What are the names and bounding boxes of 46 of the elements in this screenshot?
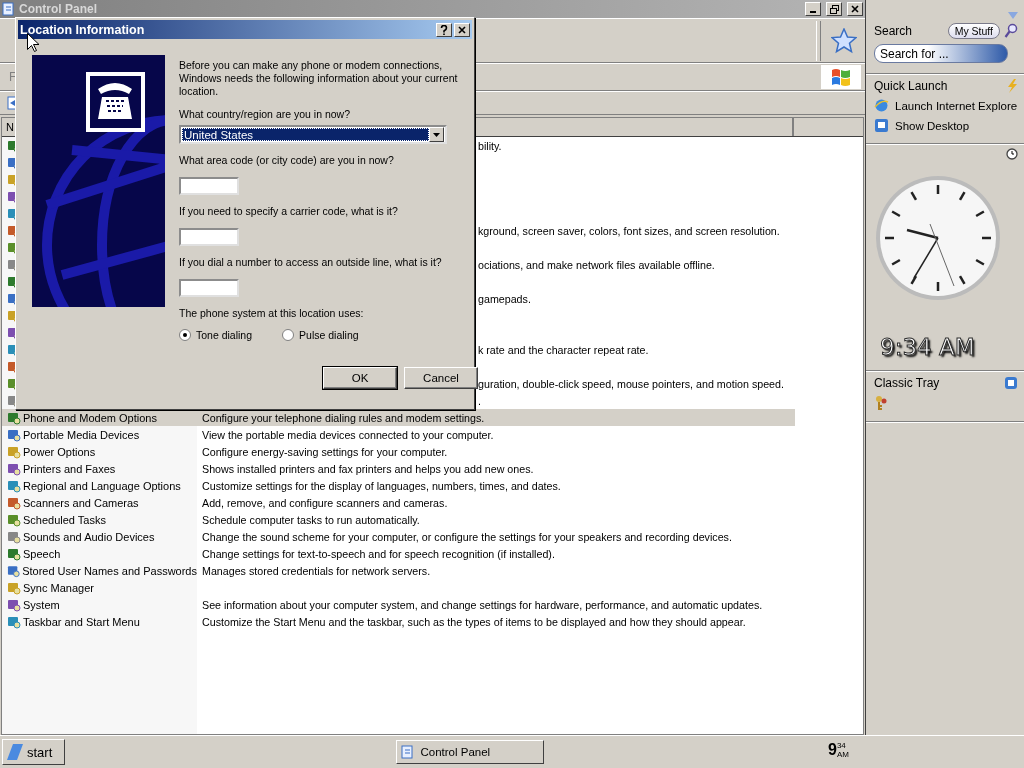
applet-description: Customize settings for the display of languages, numbers, times, and dates. [201,479,561,492]
applet-name: Printers and Faxes [23,462,116,475]
applet-name: Sync Manager [23,581,94,594]
applet-description: Configure energy-saving settings for your computer. [201,445,448,458]
applet-name: Power Options [23,445,96,458]
field-label: If you dial a number to access an outside line, what is it? [179,256,443,269]
applet-description: Shows installed printers and fax printers and helps you add new ones. [201,462,534,475]
gadget-title: Quick Launch [874,79,948,93]
applet-description: Add, remove, and configure scanners and cameras. [201,496,448,509]
applet-description: ociations, and make network files available offline. [478,258,715,271]
applet-description: guration, double-click speed, mouse pointers, and motion speed. [478,377,784,390]
applet-description: View the portable media devices connected to your computer. [201,428,494,441]
radio-label: Tone dialing [196,329,253,341]
field-label: What area code (or city code) are you in now? [179,154,395,167]
applet-description: Configure your telephone dialing rules and modem settings. [201,411,485,424]
applet-name: Scheduled Tasks [23,513,106,526]
window-title: Control Panel [19,2,98,16]
applet-name: Phone and Modem Options [23,411,157,424]
applet-name: Taskbar and Start Menu [23,615,140,628]
applet-name: Scanners and Cameras [23,496,139,509]
radio-label: Pulse dialing [299,329,359,341]
applet-name: Regional and Language Options [23,479,181,492]
dialog-title: Location Information [20,22,146,37]
applet-name: Speech [23,547,61,560]
applet-name: Portable Media Devices [23,428,140,441]
applet-description: bility. [478,139,502,152]
field-label: The phone system at this location uses: [179,307,365,320]
search-label: Search [874,24,914,38]
gadget-title: Classic Tray [874,376,940,390]
applet-name: System [23,598,60,611]
applet-description: See information about your computer system, and change settings for hardware, performance, and automatic updates. [201,598,763,611]
applet-description: . [478,394,481,407]
field-label: If you need to specify a carrier code, what is it? [179,205,399,218]
applet-description: k rate and the character repeat rate. [478,343,649,356]
applet-description: kground, screen saver, colors, font sizes, and screen resolution. [478,224,780,237]
applet-description: Change settings for text-to-speech and for speech recognition (if installed). [201,547,555,560]
applet-description: Customize the Start Menu and the taskbar, such as the types of items to be displayed and how they should appear. [201,615,746,628]
field-label: What country/region are you in now? [179,108,351,121]
applet-description: gamepads. [478,292,531,305]
applet-description: Schedule computer tasks to run automatically. [201,513,420,526]
applet-name: Stored User Names and Passwords [22,564,197,577]
digital-time: 9:34 AM [880,334,975,360]
applet-name: Sounds and Audio Devices [23,530,155,543]
intro-text: Before you can make any phone or modem connections, Windows needs the following information about your current location. [179,59,459,98]
applet-description: Change the sound scheme for your computer, or configure the settings for your speakers and recording devices. [201,530,732,543]
applet-description: Manages stored credentials for network servers. [201,564,431,577]
